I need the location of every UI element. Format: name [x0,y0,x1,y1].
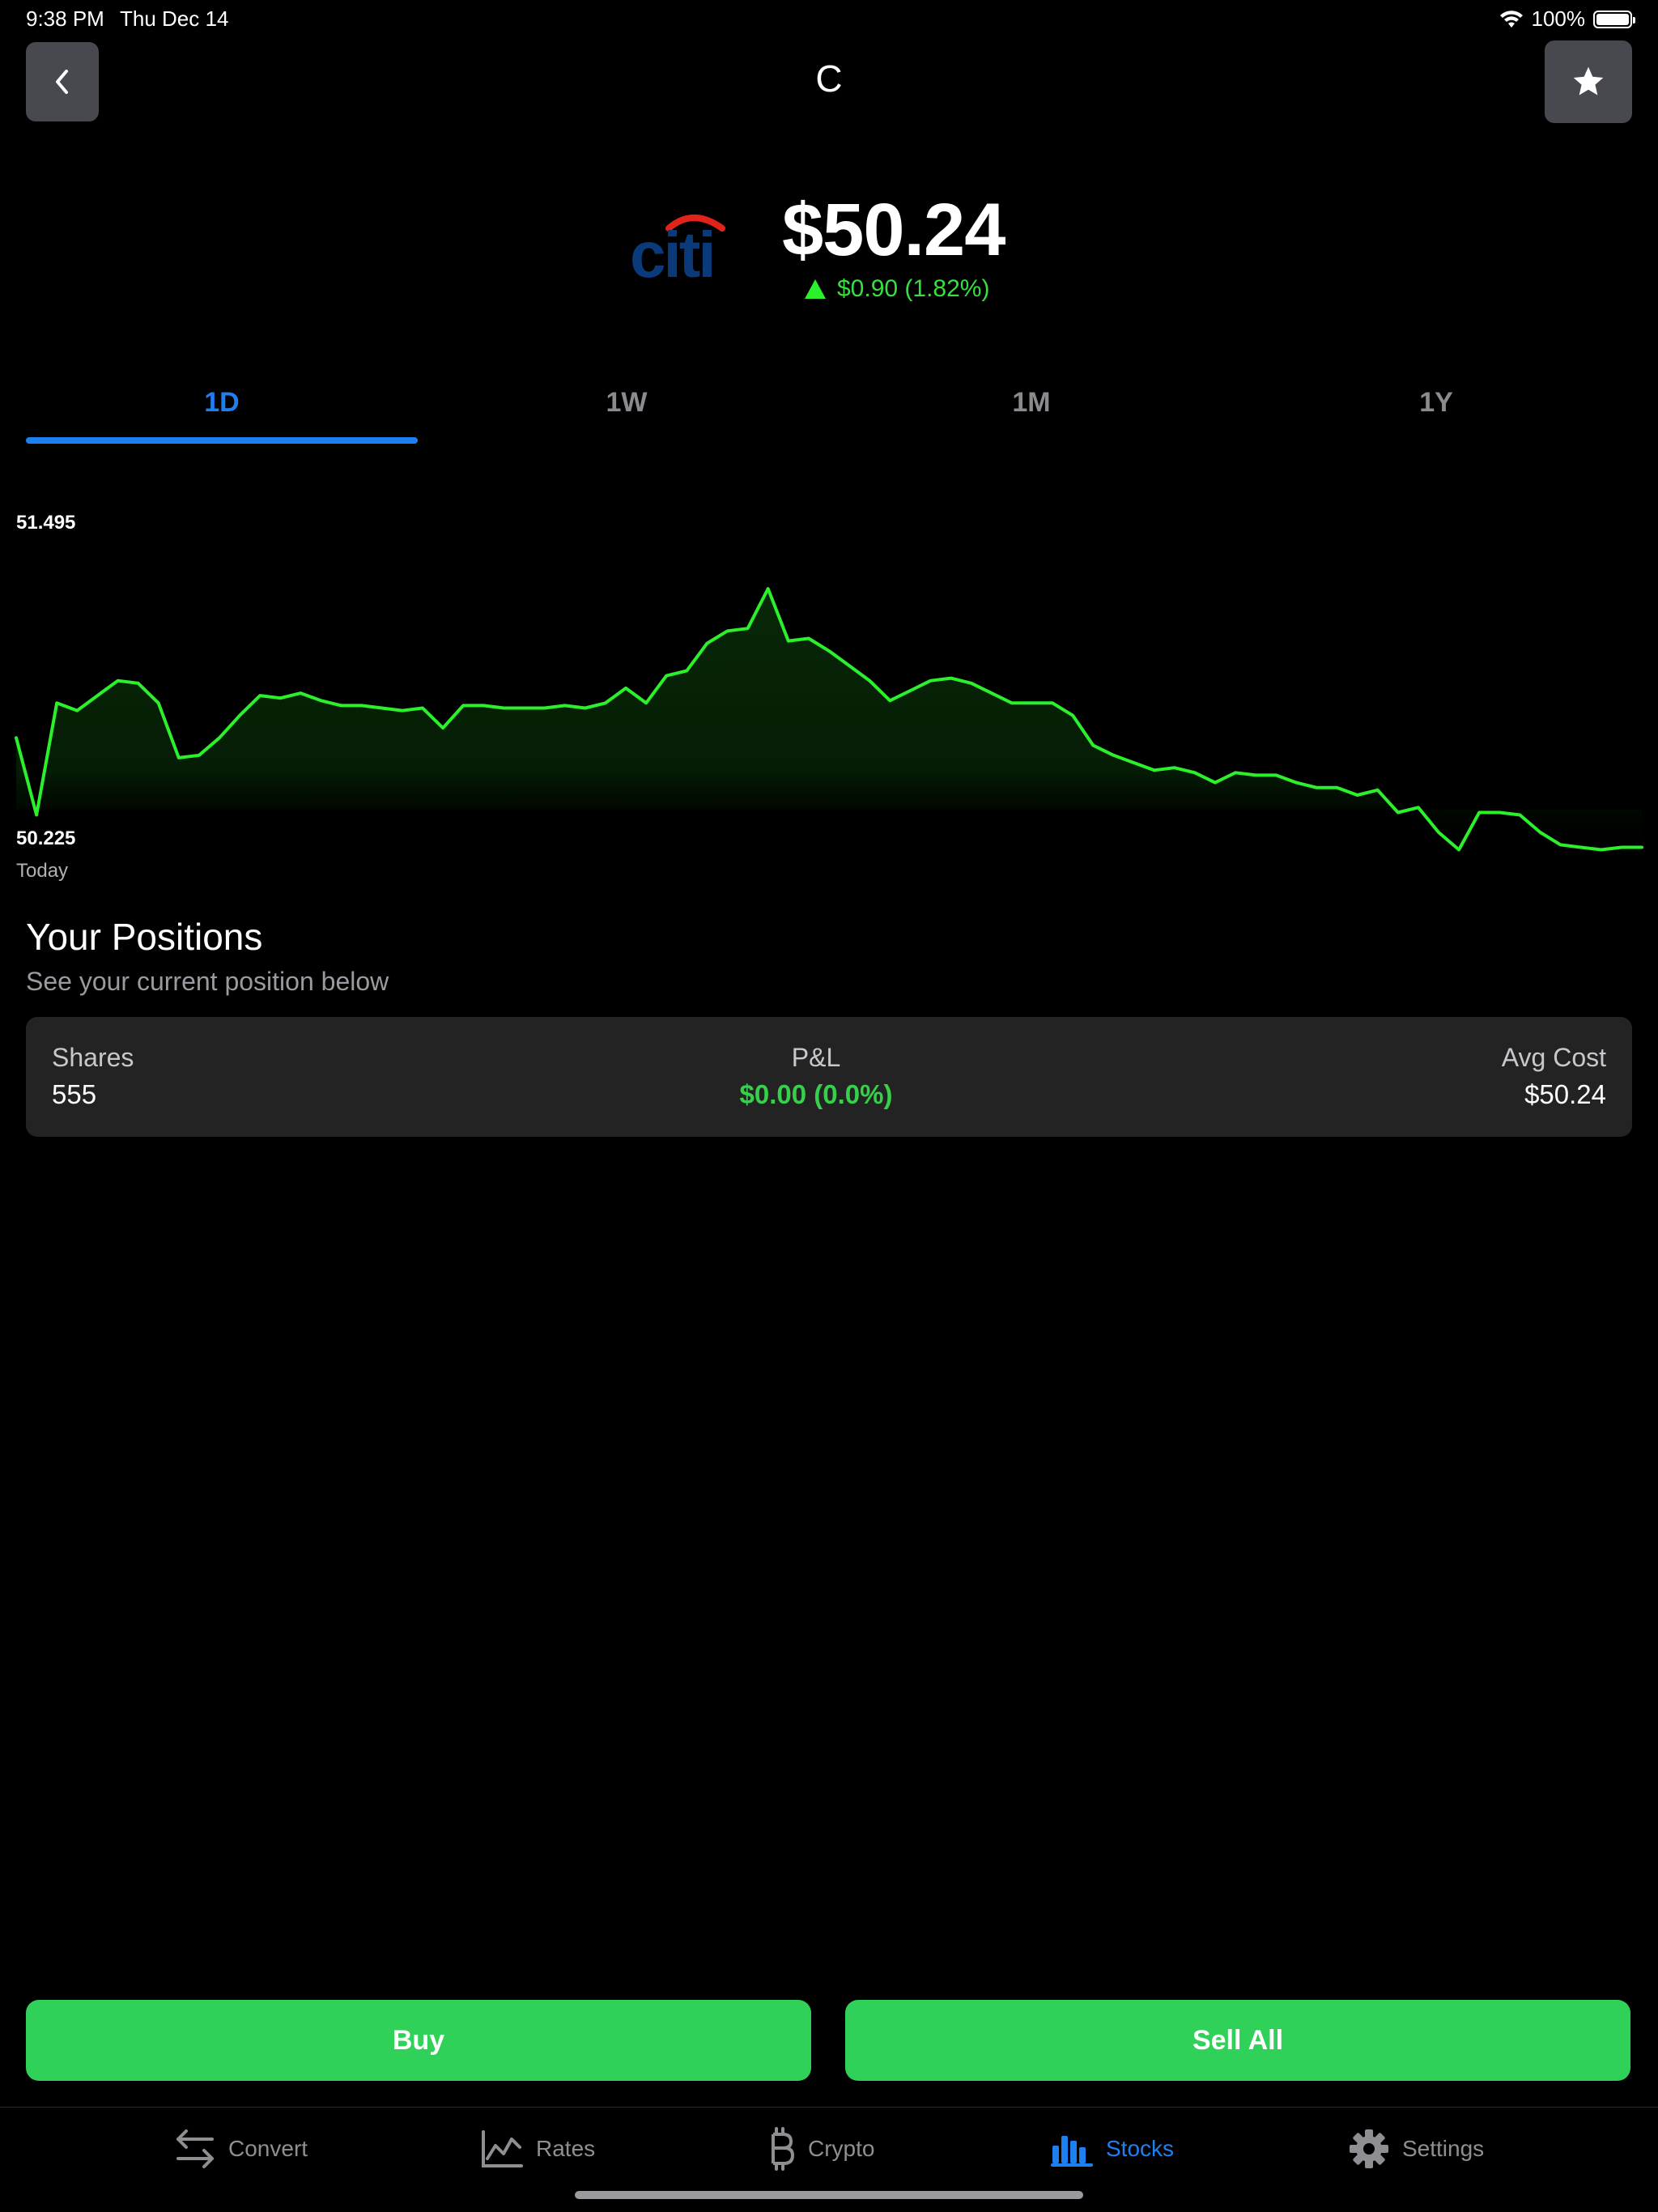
shares-value: 555 [52,1079,97,1109]
logo-text: citi [631,219,714,282]
status-time: 9:38 PM [26,6,104,31]
gear-icon [1350,2129,1388,2168]
tab-bar-convert[interactable]: Convert [175,2126,308,2172]
tab-1m[interactable]: 1M [829,387,1234,419]
pnl-column: P&L $0.00 (0.0%) [654,1043,978,1110]
battery-percent: 100% [1531,6,1586,31]
wifi-icon [1499,10,1523,28]
tab-bar-crypto-label: Crypto [808,2136,875,2161]
tab-bar-rates-label: Rates [536,2136,596,2161]
buy-button[interactable]: Buy [26,2000,811,2081]
tab-bar-divider [0,2107,1658,2108]
tab-bar-crypto[interactable]: Crypto [766,2126,874,2172]
star-icon [1573,66,1604,96]
chart-y-min-label: 50.225 [16,827,76,849]
price-change-value: $0.90 (1.82%) [837,275,990,302]
avg-cost-column: Avg Cost $50.24 [1502,1043,1606,1110]
pnl-label: P&L [791,1043,841,1072]
price-chart [15,587,1643,852]
tab-bar-convert-label: Convert [228,2136,308,2161]
pnl-value: $0.00 (0.0%) [739,1079,893,1109]
positions-title: Your Positions [26,916,263,958]
positions-subtitle: See your current position below [26,967,389,996]
tab-bar-stocks[interactable]: Stocks [1051,2126,1174,2172]
home-indicator [575,2191,1083,2199]
tab-1y[interactable]: 1Y [1234,387,1639,419]
tab-bar-rates[interactable]: Rates [481,2126,595,2172]
avg-cost-label: Avg Cost [1501,1043,1606,1072]
convert-arrows-icon [176,2129,214,2168]
tab-bar-settings-label: Settings [1402,2136,1485,2161]
battery-icon [1593,10,1635,28]
tab-bar-settings[interactable]: Settings [1349,2126,1484,2172]
company-logo: citi [630,211,732,291]
shares-label: Shares [52,1043,134,1072]
chart-x-label: Today [16,860,69,882]
page-title: C [815,57,843,100]
line-chart-icon [482,2130,523,2167]
tab-bar-stocks-label: Stocks [1106,2136,1175,2161]
active-tab-indicator [26,437,418,444]
stock-price: $50.24 [782,189,1005,271]
status-indicators: 100% [1499,6,1635,32]
tab-1w[interactable]: 1W [424,387,829,419]
favorite-button[interactable] [1545,40,1632,123]
sell-all-button[interactable]: Sell All [845,2000,1630,2081]
shares-column: Shares 555 [52,1043,134,1110]
up-triangle-icon [805,279,826,299]
avg-cost-value: $50.24 [1524,1079,1606,1109]
price-change: $0.90 (1.82%) [805,275,989,303]
status-date: Thu Dec 14 [120,6,229,31]
tab-1d[interactable]: 1D [19,387,424,419]
bar-chart-icon [1051,2136,1093,2167]
bitcoin-icon [772,2127,794,2171]
